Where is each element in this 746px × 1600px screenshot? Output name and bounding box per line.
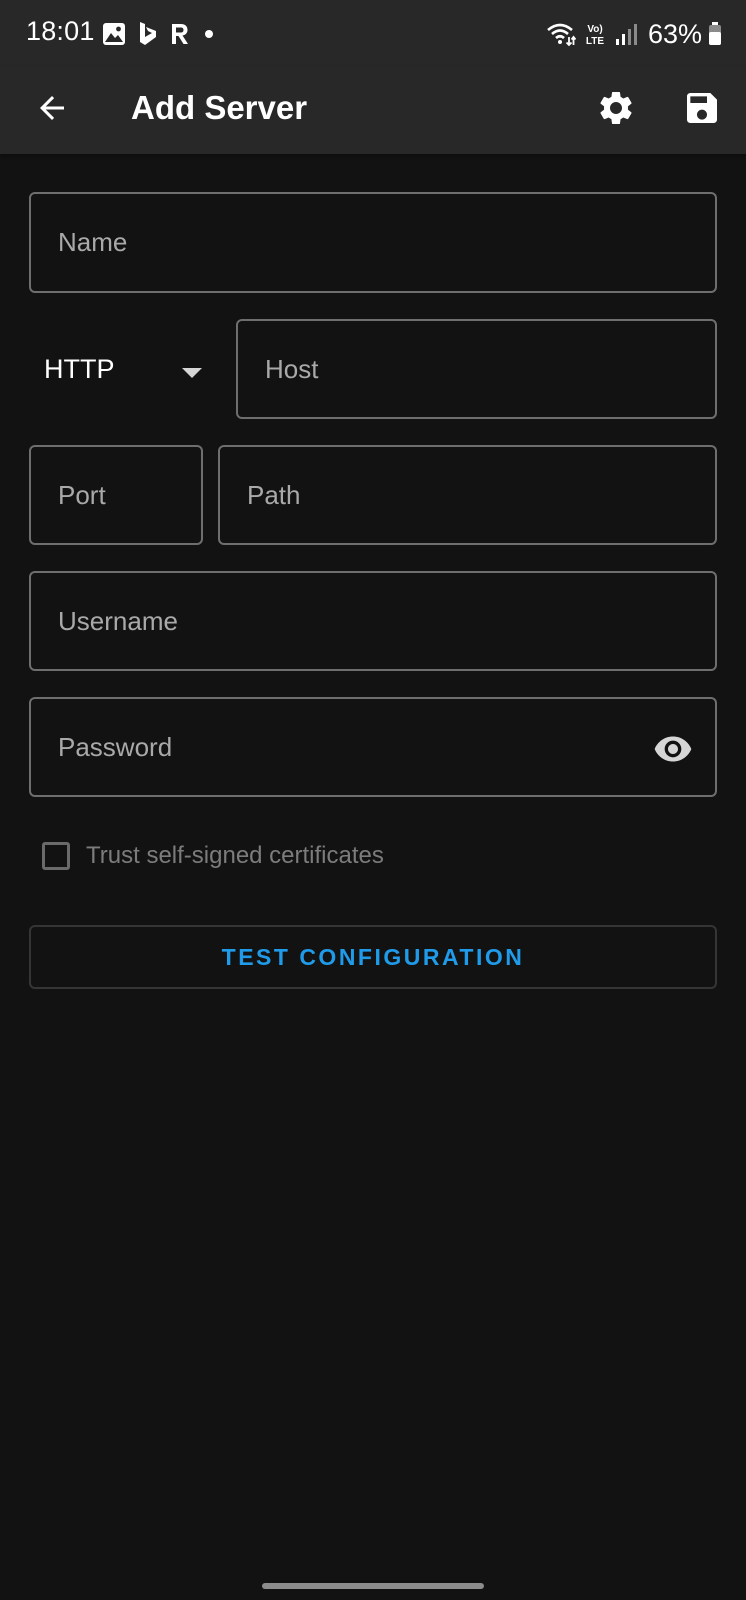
system-status-icons: Vo) LTE 63% <box>546 18 722 50</box>
trust-checkbox-label: Trust self-signed certificates <box>86 842 384 869</box>
password-field[interactable] <box>29 697 717 797</box>
back-button[interactable] <box>20 78 84 142</box>
status-time: 18:01 <box>26 16 95 46</box>
r-app-icon <box>170 22 190 46</box>
gallery-icon <box>102 22 126 46</box>
save-icon <box>682 88 722 133</box>
name-input[interactable] <box>31 194 715 291</box>
protocol-select[interactable]: HTTP <box>29 330 219 410</box>
wifi-icon <box>546 21 576 47</box>
host-field[interactable] <box>236 319 717 419</box>
signal-icon <box>614 21 638 47</box>
visibility-toggle-eye-icon[interactable] <box>653 729 693 769</box>
gear-icon <box>596 88 636 133</box>
status-bar: 18:01 Vo) LTE 63% <box>0 0 746 66</box>
protocol-value: HTTP <box>44 354 115 384</box>
page-title: Add Server <box>131 89 308 126</box>
back-arrow-icon <box>34 90 70 131</box>
test-configuration-button[interactable]: TEST CONFIGURATION <box>29 925 717 989</box>
app-bar: Add Server <box>0 66 746 154</box>
settings-button[interactable] <box>584 78 648 142</box>
dot-icon <box>202 22 216 46</box>
notification-icons <box>102 20 216 48</box>
port-input[interactable] <box>31 447 201 543</box>
password-input[interactable] <box>31 699 715 795</box>
home-indicator[interactable] <box>262 1583 484 1589</box>
path-field[interactable] <box>218 445 717 545</box>
trust-checkbox[interactable] <box>42 842 70 870</box>
path-input[interactable] <box>220 447 715 543</box>
save-button[interactable] <box>670 78 734 142</box>
username-field[interactable] <box>29 571 717 671</box>
trust-certificates-option[interactable]: Trust self-signed certificates <box>40 838 384 874</box>
svg-text:Vo): Vo) <box>587 24 602 35</box>
bing-icon <box>138 21 158 47</box>
battery-icon <box>708 21 722 47</box>
name-field[interactable] <box>29 192 717 293</box>
username-input[interactable] <box>31 573 715 669</box>
battery-percent: 63% <box>647 18 702 49</box>
port-field[interactable] <box>29 445 203 545</box>
host-input[interactable] <box>238 321 715 417</box>
svg-text:LTE: LTE <box>586 36 604 47</box>
dropdown-arrow-icon <box>181 366 203 384</box>
volte-icon: Vo) LTE <box>582 21 608 47</box>
